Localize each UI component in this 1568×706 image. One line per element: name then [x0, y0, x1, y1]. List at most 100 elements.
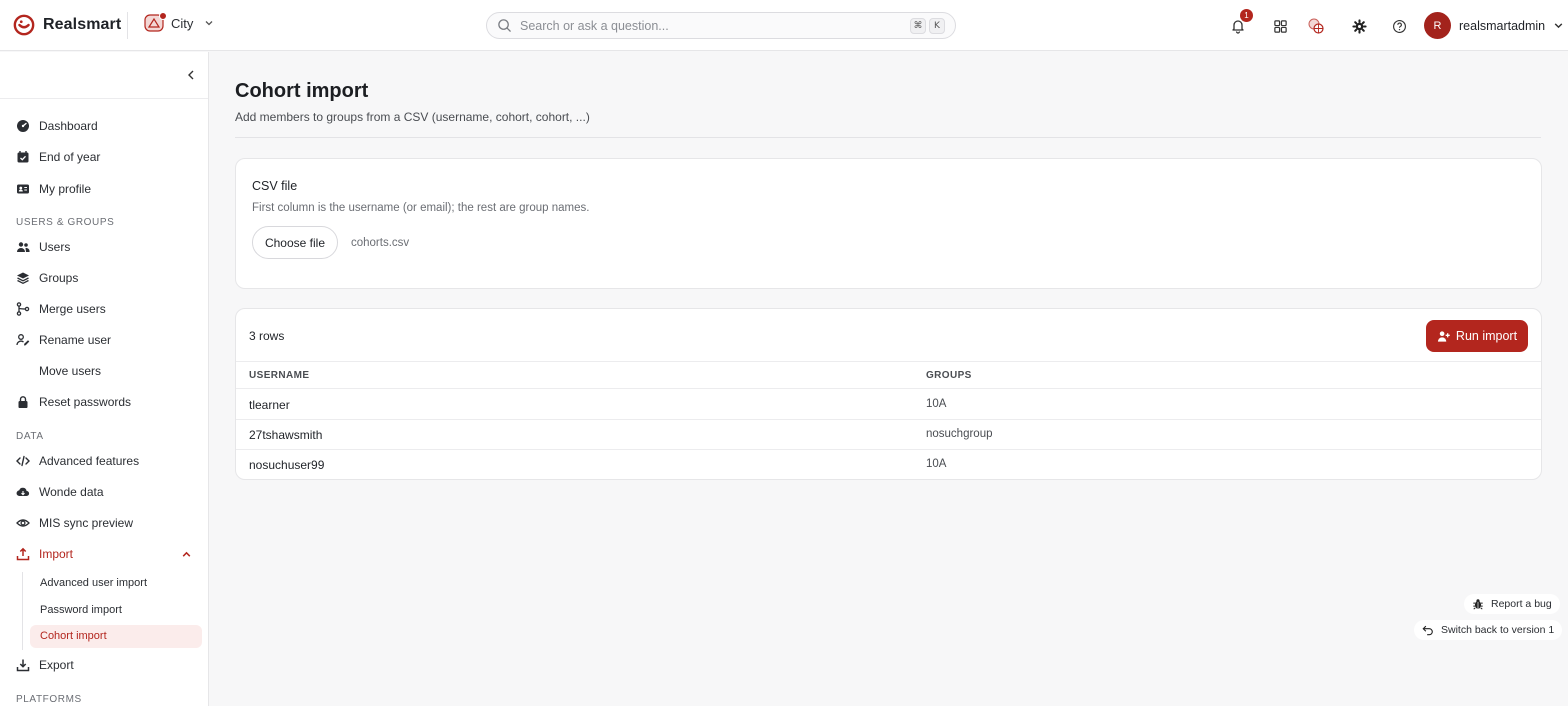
- sidebar-item-rename-user[interactable]: Rename user: [16, 330, 111, 350]
- sidebar-item-label: End of year: [39, 150, 101, 164]
- sidebar-item-label: Import: [39, 547, 74, 561]
- user-pen-icon: [16, 334, 30, 346]
- chevron-down-icon: [205, 21, 213, 26]
- code-icon: [16, 455, 30, 467]
- sidebar-subitem-cohort-import[interactable]: Cohort import: [40, 630, 107, 642]
- switch-version-button[interactable]: Switch back to version 1: [1414, 620, 1563, 640]
- sidebar-item-label: Users: [39, 240, 71, 254]
- sidebar-item-dashboard[interactable]: Dashboard: [16, 116, 98, 136]
- settings-button[interactable]: [1348, 15, 1370, 37]
- calendar-check-icon: [17, 151, 29, 163]
- shortcut-key-cmd: ⌘: [910, 17, 926, 34]
- cloud-download-icon: [16, 487, 30, 497]
- help-icon: [1392, 19, 1406, 33]
- csv-upload-card: CSV file First column is the username (o…: [235, 158, 1542, 289]
- apps-grid-icon: [1273, 19, 1287, 33]
- schools-button[interactable]: [1305, 15, 1327, 37]
- csv-file-label: CSV file: [252, 179, 298, 193]
- csv-help-text: First column is the username (or email);…: [252, 202, 590, 214]
- school-status-dot: [159, 12, 167, 20]
- page-subtitle: Add members to groups from a CSV (userna…: [235, 110, 590, 124]
- sidebar-item-label: Wonde data: [39, 485, 104, 499]
- sidebar-item-label: Reset passwords: [39, 395, 132, 409]
- dashboard-gauge-icon: [17, 120, 29, 132]
- search-input[interactable]: [520, 18, 907, 33]
- sidebar-subitem-advanced-user-import[interactable]: Advanced user import: [40, 577, 147, 589]
- sidebar-item-merge-users[interactable]: Merge users: [16, 299, 106, 319]
- notification-count-badge: 1: [1240, 9, 1253, 22]
- global-search[interactable]: ⌘ K: [486, 12, 956, 39]
- report-bug-label: Report a bug: [1491, 598, 1552, 610]
- sidebar-item-label: My profile: [39, 182, 92, 196]
- header-divider: [127, 12, 128, 39]
- id-card-icon: [17, 184, 29, 194]
- lock-icon: [18, 396, 28, 408]
- bug-icon: [1473, 599, 1483, 610]
- sidebar-item-end-of-year[interactable]: End of year: [16, 147, 100, 167]
- shortcut-key-k: K: [929, 17, 945, 34]
- app-logo[interactable]: Realsmart: [13, 14, 121, 36]
- school-name: City: [171, 15, 194, 31]
- school-crest-icon: [144, 12, 167, 33]
- sidebar-item-label: Merge users: [39, 302, 106, 316]
- run-import-button[interactable]: Run import: [1426, 320, 1528, 352]
- sidebar-item-label: Rename user: [39, 333, 112, 347]
- sidebar-item-export[interactable]: Export: [16, 655, 74, 675]
- download-icon: [16, 659, 30, 672]
- app-name: Realsmart: [43, 16, 122, 33]
- table-divider: [236, 361, 1541, 362]
- column-header-groups: GROUPS: [926, 370, 972, 381]
- users-icon: [17, 242, 30, 252]
- sidebar-item-import[interactable]: Import: [16, 544, 73, 564]
- username-label: realsmartadmin: [1459, 18, 1546, 33]
- settings-gear-icon: [1351, 18, 1367, 34]
- table-divider: [236, 388, 1541, 389]
- sidebar-subitem-password-import[interactable]: Password import: [40, 604, 122, 616]
- sidebar-item-wonde-data[interactable]: Wonde data: [16, 482, 104, 502]
- table-cell-groups: nosuchgroup: [926, 428, 993, 440]
- report-bug-button[interactable]: Report a bug: [1464, 594, 1560, 614]
- undo-arrow-icon: [1422, 625, 1433, 636]
- sidebar-item-users[interactable]: Users: [16, 237, 70, 257]
- page-title: Cohort import: [235, 80, 369, 102]
- user-menu[interactable]: R realsmartadmin: [1424, 12, 1564, 39]
- header-divider: [235, 137, 1541, 138]
- table-cell-username: 27tshawsmith: [249, 428, 323, 442]
- sidebar-item-move-users[interactable]: Move users: [16, 361, 101, 381]
- sidebar-item-reset-passwords[interactable]: Reset passwords: [16, 392, 131, 412]
- sidebar-item-advanced-features[interactable]: Advanced features: [16, 451, 139, 471]
- switch-version-label: Switch back to version 1: [1441, 624, 1555, 636]
- avatar: R: [1424, 12, 1451, 39]
- table-cell-groups: 10A: [926, 458, 947, 470]
- realsmart-logo-icon: [13, 14, 35, 36]
- sidebar-item-label: Export: [39, 658, 74, 672]
- table-divider: [236, 419, 1541, 420]
- run-import-label: Run import: [1455, 329, 1518, 343]
- row-count-label: 3 rows: [249, 329, 285, 343]
- chevron-down-icon: [1554, 23, 1563, 29]
- eye-icon: [16, 519, 30, 527]
- sidebar: Dashboard End of year My profile USERS &…: [0, 52, 209, 706]
- sidebar-item-my-profile[interactable]: My profile: [16, 179, 91, 199]
- school-switcher[interactable]: City: [144, 12, 214, 33]
- collapse-sidebar-icon[interactable]: [184, 68, 198, 82]
- search-icon: [498, 19, 511, 32]
- notifications-button[interactable]: 1: [1227, 9, 1253, 37]
- sidebar-item-mis-sync-preview[interactable]: MIS sync preview: [16, 513, 133, 533]
- sidebar-item-groups[interactable]: Groups: [16, 268, 78, 288]
- table-divider: [236, 449, 1541, 450]
- chevron-up-icon[interactable]: [181, 549, 192, 560]
- sidebar-item-label: MIS sync preview: [39, 516, 134, 530]
- section-data: DATA: [16, 431, 44, 442]
- blank-icon: [16, 364, 30, 378]
- choose-file-button[interactable]: Choose file: [252, 226, 338, 259]
- apps-button[interactable]: [1269, 15, 1291, 37]
- column-header-username: USERNAME: [249, 370, 310, 381]
- section-platforms: PLATFORMS: [16, 694, 82, 705]
- help-button[interactable]: [1388, 15, 1410, 37]
- top-bar: Realsmart City ⌘ K 1 R realsmart: [0, 0, 1568, 51]
- sidebar-item-label: Groups: [39, 271, 79, 285]
- sidebar-item-label: Move users: [39, 364, 102, 378]
- schools-globe-icon: [1308, 18, 1324, 34]
- layers-icon: [17, 272, 29, 285]
